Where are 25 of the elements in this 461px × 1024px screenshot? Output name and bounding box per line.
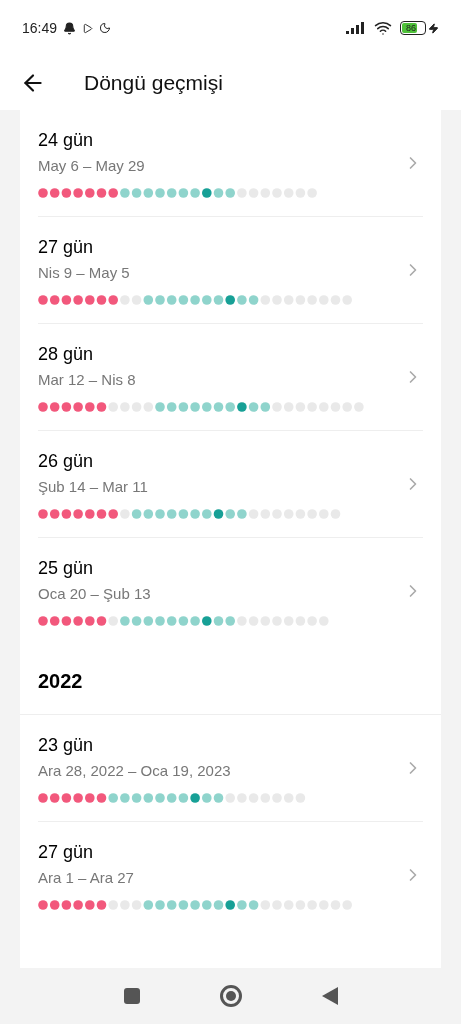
cycle-length: 27 gün [38,841,95,864]
cycle-length: 25 gün [38,557,95,580]
cycle-dates: Mar 12 – Nis 8 [38,370,137,390]
recents-button[interactable] [123,988,140,1004]
cycle-length: 26 gün [38,450,95,473]
cycle-length: 24 gün [38,129,95,152]
cycle-dates: Şub 14 – Mar 11 [38,477,149,497]
cycle-dates: Nis 9 – May 5 [38,263,131,283]
cycle-dates: Ara 1 – Ara 27 [38,868,135,888]
back-button[interactable] [321,987,338,1005]
moon-icon [99,22,112,34]
status-time: 16:49 [22,18,58,38]
year-heading: 2022 [38,670,83,692]
cycle-dates: May 6 – May 29 [38,156,146,176]
signal-icon [346,22,366,34]
page-title: Döngü geçmişi [84,70,223,97]
wifi-icon [374,19,392,37]
cycle-length: 27 gün [38,236,95,259]
play-icon [82,22,94,34]
cycle-length: 28 gün [38,343,95,366]
cycle-dates: Oca 20 – Şub 13 [38,584,152,604]
bell-icon [63,21,77,35]
home-button[interactable] [219,985,242,1007]
cycle-dates: Ara 28, 2022 – Oca 19, 2023 [38,761,232,781]
cycle-length: 23 gün [38,734,95,757]
